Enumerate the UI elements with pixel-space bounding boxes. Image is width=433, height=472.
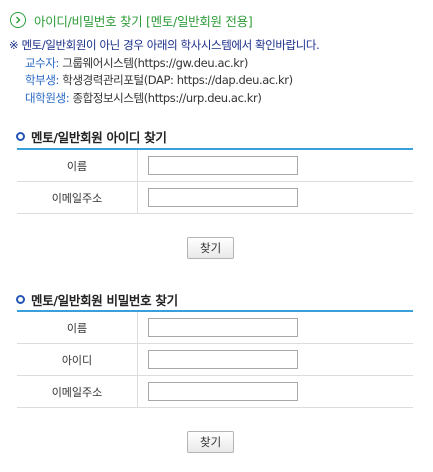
system-name: 학생경력관리포털(DAP: https://dap.deu.ac.kr) bbox=[59, 73, 293, 87]
field-cell bbox=[137, 343, 413, 376]
system-name: 그룹웨어시스템(https://gw.deu.ac.kr) bbox=[59, 55, 248, 70]
find-id-button[interactable]: 찾기 bbox=[187, 237, 235, 259]
email-input[interactable] bbox=[148, 382, 298, 401]
find-pw-section-title: 멘토/일반회원 비밀번호 찾기 bbox=[16, 290, 178, 309]
notice-box: ※ 멘토/일반회원이 아닌 경우 아래의 학사시스템에서 확인바랍니다. 교수자… bbox=[9, 37, 320, 108]
find-id-section-title: 멘토/일반회원 아이디 찾기 bbox=[16, 127, 167, 146]
role-label: 학부생: bbox=[25, 73, 60, 87]
id-label: 아이디 bbox=[17, 343, 138, 376]
system-name: 종합정보시스템(https://urp.deu.ac.kr) bbox=[69, 90, 262, 105]
system-line-faculty: 교수자: 그룹웨어시스템(https://gw.deu.ac.kr) bbox=[9, 55, 319, 73]
name-input[interactable] bbox=[148, 156, 298, 175]
find-pw-button[interactable]: 찾기 bbox=[187, 431, 235, 453]
email-label: 이메일주소 bbox=[17, 375, 138, 408]
field-cell bbox=[137, 375, 413, 408]
field-cell bbox=[137, 181, 413, 214]
system-line-undergrad: 학부생: 학생경력관리포털(DAP: https://dap.deu.ac.kr… bbox=[9, 72, 319, 90]
name-label: 이름 bbox=[17, 149, 138, 182]
page-header: 아이디/비밀번호 찾기 [멘토/일반회원 전용] bbox=[8, 10, 253, 30]
system-line-graduate: 대학원생: 종합정보시스템(https://urp.deu.ac.kr) bbox=[9, 90, 319, 108]
form-row: 이메일주소 bbox=[17, 181, 413, 214]
role-label: 교수자: bbox=[25, 55, 60, 70]
form-row: 아이디 bbox=[17, 343, 413, 376]
name-input[interactable] bbox=[148, 318, 298, 337]
form-row: 이름 bbox=[17, 149, 413, 182]
find-pw-form: 이름 아이디 이메일주소 bbox=[17, 310, 413, 408]
email-input[interactable] bbox=[148, 188, 298, 207]
chevron-right-circle-icon bbox=[10, 12, 26, 28]
field-cell bbox=[137, 149, 413, 182]
field-cell bbox=[137, 311, 413, 344]
email-label: 이메일주소 bbox=[17, 181, 138, 214]
notice-text: ※ 멘토/일반회원이 아닌 경우 아래의 학사시스템에서 확인바랍니다. bbox=[9, 38, 320, 52]
bullet-icon bbox=[16, 132, 25, 141]
bullet-icon bbox=[16, 295, 25, 304]
find-id-form: 이름 이메일주소 bbox=[17, 148, 413, 214]
form-row: 이메일주소 bbox=[17, 375, 413, 408]
form-row: 이름 bbox=[17, 311, 413, 344]
name-label: 이름 bbox=[17, 311, 138, 344]
find-pw-title: 멘토/일반회원 비밀번호 찾기 bbox=[31, 293, 178, 308]
page-title: 아이디/비밀번호 찾기 [멘토/일반회원 전용] bbox=[34, 13, 253, 29]
find-id-title: 멘토/일반회원 아이디 찾기 bbox=[31, 130, 167, 145]
role-label: 대학원생: bbox=[25, 90, 70, 105]
id-input[interactable] bbox=[148, 350, 298, 369]
